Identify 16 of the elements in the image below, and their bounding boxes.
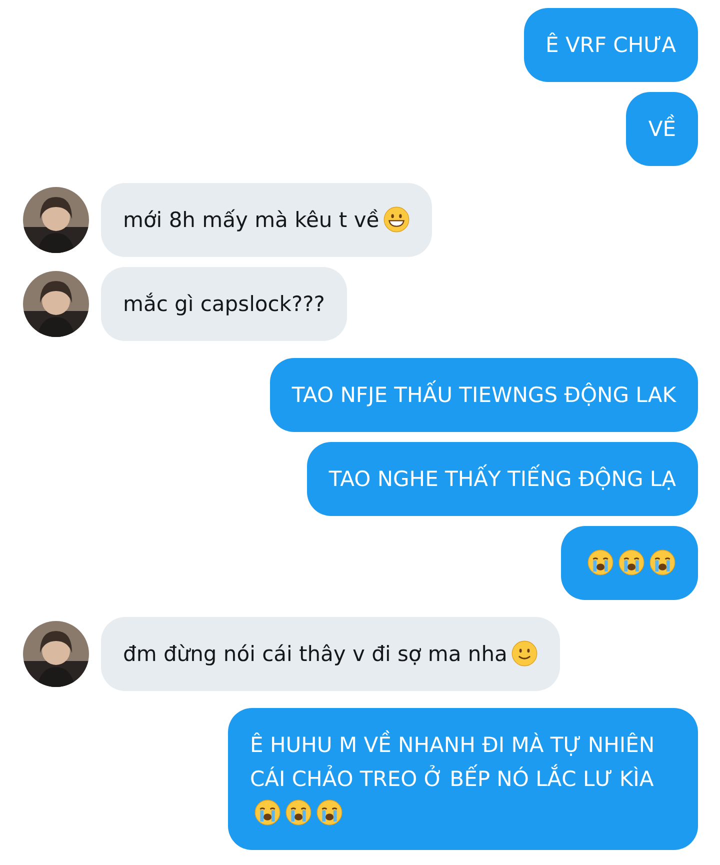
crying-face-icon [618,549,645,576]
message-bubble: mắc gì capslock??? [101,267,347,341]
message-bubble: TAO NGHE THẤY TIẾNG ĐỘNG LẠ [306,442,698,516]
crying-face-icon [285,799,312,826]
crying-face-icon [254,799,281,826]
message-bubble: Ê VRF CHƯA [524,8,698,82]
message-bubble: Ê HUHU M VỀ NHANH ĐI MÀ TỰ NHIÊN CÁI CHẢO TREO Ở BẾP NÓ LẮC LƯ KÌA [228,708,698,850]
grinning-face-icon [383,206,410,233]
crying-face-icon [316,799,343,826]
smiling-face-icon [511,640,538,667]
crying-face-icon [587,549,614,576]
message-bubble: mới 8h mấy mà kêu t về [101,183,432,257]
message-bubble: đm đừng nói cái thây v đi sợ ma nha [101,617,560,691]
crying-face-icon [649,549,676,576]
message-bubble: TAO NFJE THẤU TIEWNGS ĐỘNG LAK [270,358,698,432]
message-bubble: VỀ [626,92,698,166]
